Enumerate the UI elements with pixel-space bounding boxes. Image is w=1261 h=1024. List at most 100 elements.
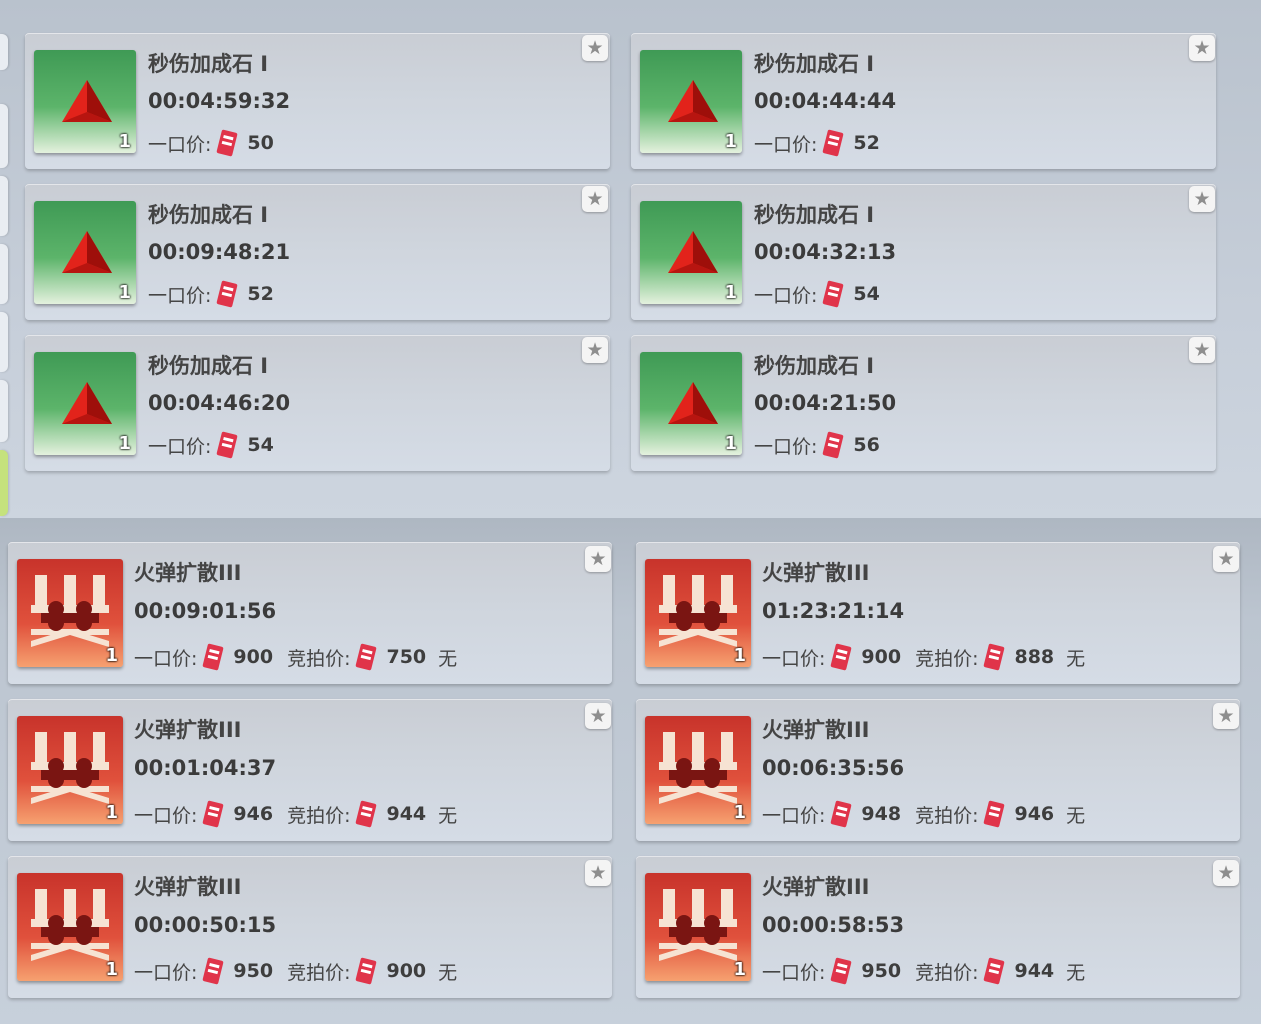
buyout-label: 一口价: (762, 961, 826, 984)
spread-item-icon: 1 (645, 716, 751, 824)
stone-item-icon: 1 (640, 50, 742, 153)
bid-label: 竞拍价: (915, 647, 979, 670)
item-name: 火弹扩散III (134, 875, 242, 899)
item-quantity: 1 (118, 433, 131, 454)
price-row: 一口价: 950 竞拍价: 944 无 (762, 956, 1085, 986)
item-quantity: 1 (118, 131, 131, 152)
bid-label: 竞拍价: (287, 804, 351, 827)
listing-card[interactable]: 1 火弹扩散III 01:23:21:14 一口价: 900 竞拍价: 888 … (636, 542, 1240, 684)
listing-card[interactable]: 1 秒伤加成石 I 00:04:32:13 一口价: 54 ★ (631, 184, 1216, 320)
listing-card[interactable]: 1 秒伤加成石 I 00:04:21:50 一口价: 56 ★ (631, 335, 1216, 471)
favorite-star-icon[interactable]: ★ (585, 860, 611, 886)
buyout-price: 50 (247, 132, 274, 154)
category-tab[interactable] (0, 34, 8, 70)
listing-card[interactable]: 1 秒伤加成石 I 00:09:48:21 一口价: 52 ★ (25, 184, 610, 320)
buyout-price: 52 (247, 283, 274, 305)
buyout-price: 950 (233, 960, 274, 982)
item-quantity: 1 (118, 282, 131, 303)
favorite-star-icon[interactable]: ★ (1189, 337, 1215, 363)
buyout-price: 950 (861, 960, 902, 982)
item-name: 火弹扩散III (762, 875, 870, 899)
listing-card[interactable]: 1 火弹扩散III 00:01:04:37 一口价: 946 竞拍价: 944 … (8, 699, 612, 841)
currency-ticket-icon (217, 431, 238, 459)
favorite-star-icon[interactable]: ★ (582, 337, 608, 363)
time-remaining: 00:01:04:37 (134, 756, 277, 780)
listing-card[interactable]: 1 秒伤加成石 I 00:04:46:20 一口价: 54 ★ (25, 335, 610, 471)
favorite-star-icon[interactable]: ★ (1189, 35, 1215, 61)
bidder-none: 无 (438, 804, 458, 827)
stone-item-icon: 1 (34, 201, 136, 304)
currency-ticket-icon (984, 643, 1005, 671)
item-name: 火弹扩散III (762, 561, 870, 585)
bid-price: 944 (386, 803, 427, 825)
buyout-label: 一口价: (134, 961, 198, 984)
bid-label: 竞拍价: (287, 961, 351, 984)
buyout-price: 900 (861, 646, 902, 668)
price-row: 一口价: 52 (754, 128, 880, 158)
listing-card[interactable]: 1 秒伤加成石 I 00:04:59:32 一口价: 50 ★ (25, 33, 610, 169)
spread-item-icon: 1 (17, 873, 123, 981)
favorite-star-icon[interactable]: ★ (1189, 186, 1215, 212)
spread-item-icon: 1 (17, 716, 123, 824)
buyout-label: 一口价: (754, 284, 818, 307)
bidder-none: 无 (1066, 804, 1086, 827)
category-tab[interactable] (0, 312, 8, 372)
bid-label: 竞拍价: (915, 804, 979, 827)
price-row: 一口价: 52 (148, 279, 274, 309)
listing-card[interactable]: 1 秒伤加成石 I 00:04:44:44 一口价: 52 ★ (631, 33, 1216, 169)
buyout-label: 一口价: (762, 804, 826, 827)
stone-item-icon: 1 (34, 352, 136, 455)
time-remaining: 00:04:46:20 (148, 391, 291, 415)
price-row: 一口价: 56 (754, 430, 880, 460)
time-remaining: 00:09:48:21 (148, 240, 291, 264)
item-quantity: 1 (733, 645, 746, 666)
category-tab[interactable] (0, 244, 8, 304)
buyout-label: 一口价: (134, 647, 198, 670)
currency-ticket-icon (217, 280, 238, 308)
buyout-label: 一口价: (134, 804, 198, 827)
favorite-star-icon[interactable]: ★ (1213, 546, 1239, 572)
buyout-price: 54 (853, 283, 880, 305)
buyout-label: 一口价: (754, 133, 818, 156)
bid-price: 944 (1014, 960, 1055, 982)
item-quantity: 1 (733, 802, 746, 823)
bid-price: 900 (386, 960, 427, 982)
favorite-star-icon[interactable]: ★ (1213, 703, 1239, 729)
item-name: 秒伤加成石 I (754, 52, 875, 76)
listing-card[interactable]: 1 火弹扩散III 00:06:35:56 一口价: 948 竞拍价: 946 … (636, 699, 1240, 841)
bid-label: 竞拍价: (915, 961, 979, 984)
bid-label: 竞拍价: (287, 647, 351, 670)
item-name: 秒伤加成石 I (148, 203, 269, 227)
bidder-none: 无 (438, 961, 458, 984)
bid-price: 750 (386, 646, 427, 668)
listing-card[interactable]: 1 火弹扩散III 00:09:01:56 一口价: 900 竞拍价: 750 … (8, 542, 612, 684)
buyout-label: 一口价: (148, 284, 212, 307)
time-remaining: 00:04:59:32 (148, 89, 291, 113)
currency-ticket-icon (203, 800, 224, 828)
favorite-star-icon[interactable]: ★ (1213, 860, 1239, 886)
favorite-star-icon[interactable]: ★ (582, 186, 608, 212)
category-tab-active[interactable] (0, 450, 8, 516)
favorite-star-icon[interactable]: ★ (585, 703, 611, 729)
item-quantity: 1 (724, 433, 737, 454)
bidder-none: 无 (1066, 647, 1086, 670)
currency-ticket-icon (203, 643, 224, 671)
buyout-price: 52 (853, 132, 880, 154)
bid-price: 946 (1014, 803, 1055, 825)
favorite-star-icon[interactable]: ★ (582, 35, 608, 61)
time-remaining: 00:04:32:13 (754, 240, 897, 264)
listing-card[interactable]: 1 火弹扩散III 00:00:50:15 一口价: 950 竞拍价: 900 … (8, 856, 612, 998)
category-tab[interactable] (0, 380, 8, 442)
price-row: 一口价: 900 竞拍价: 750 无 (134, 642, 457, 672)
category-tab[interactable] (0, 104, 8, 168)
listing-card[interactable]: 1 火弹扩散III 00:00:58:53 一口价: 950 竞拍价: 944 … (636, 856, 1240, 998)
item-name: 秒伤加成石 I (148, 52, 269, 76)
time-remaining: 00:09:01:56 (134, 599, 277, 623)
category-tab[interactable] (0, 176, 8, 236)
favorite-star-icon[interactable]: ★ (585, 546, 611, 572)
stone-item-icon: 1 (34, 50, 136, 153)
buyout-price: 946 (233, 803, 274, 825)
spread-item-icon: 1 (17, 559, 123, 667)
currency-ticket-icon (984, 800, 1005, 828)
price-row: 一口价: 50 (148, 128, 274, 158)
